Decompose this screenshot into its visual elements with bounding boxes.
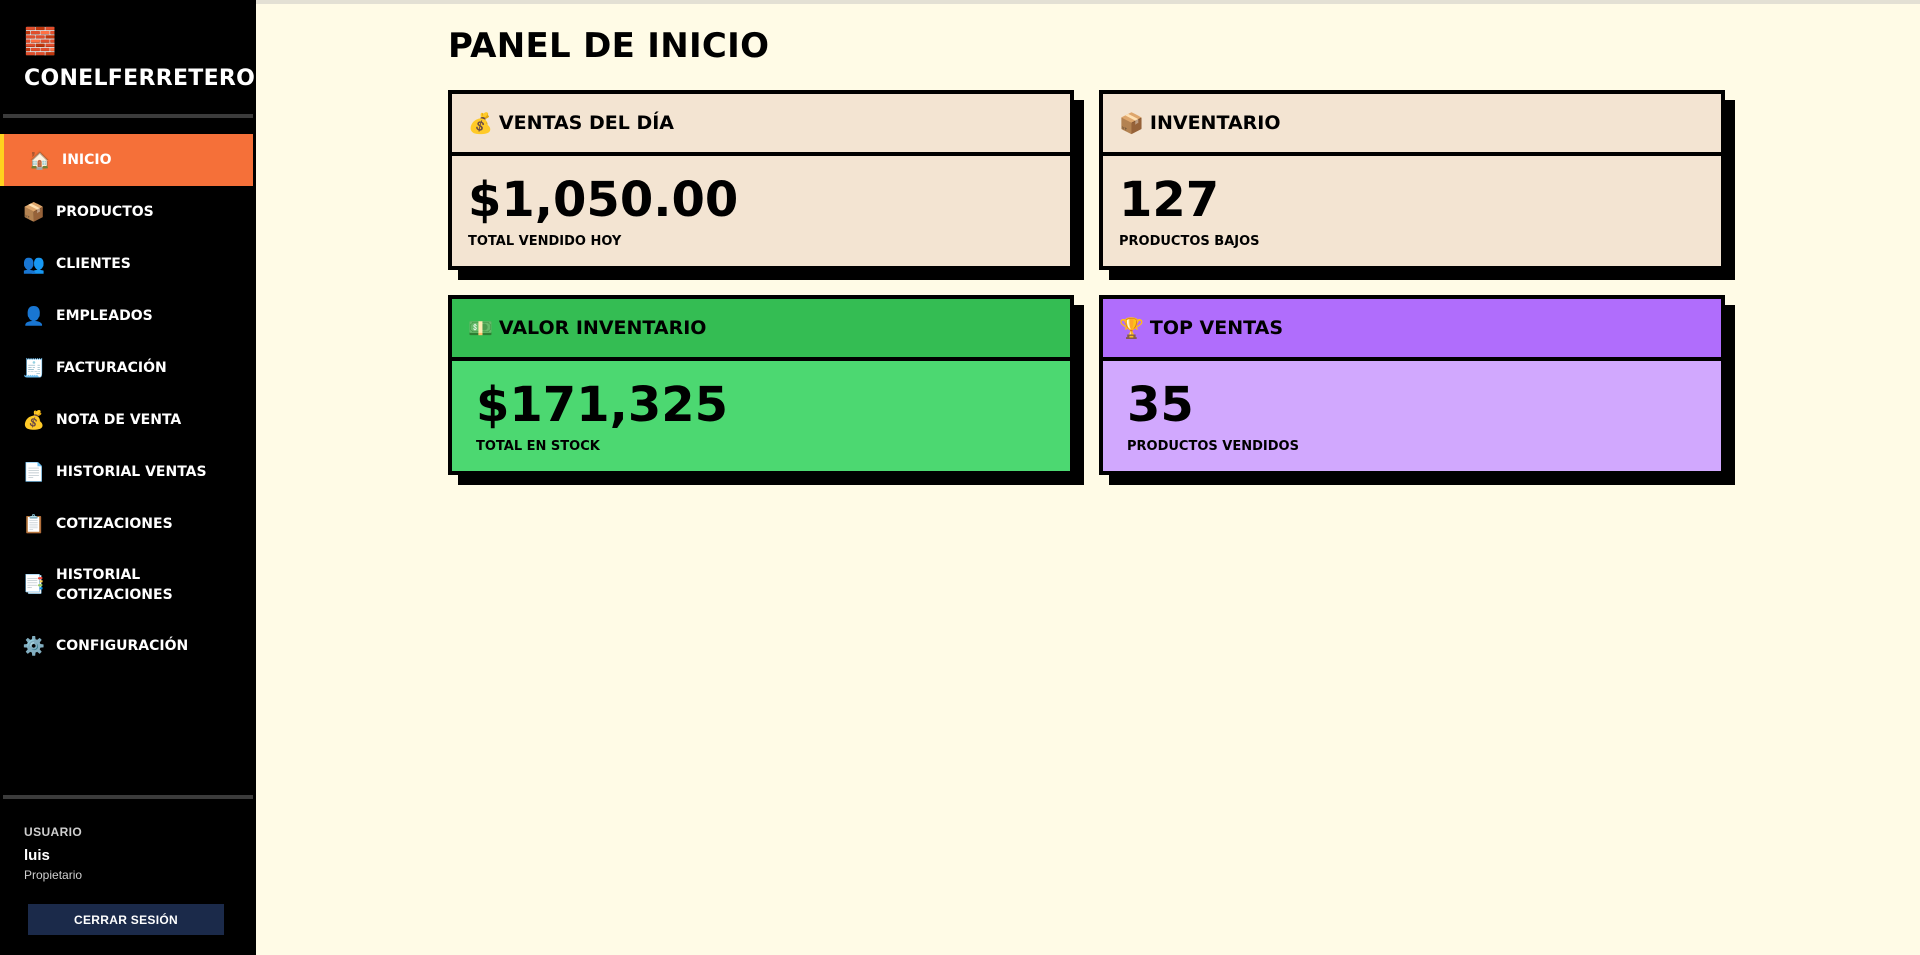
user-panel: USUARIO luis Propietario CERRAR SESIÓN	[0, 795, 256, 955]
card-body: $1,050.00 TOTAL VENDIDO HOY	[452, 156, 1070, 266]
page-title: PANEL DE INICIO	[448, 26, 770, 66]
banknote-icon: 💵	[468, 316, 493, 340]
sidebar-item-label: PRODUCTOS	[56, 204, 154, 220]
brand-name: CONELFERRETERO	[24, 66, 256, 91]
sidebar-item-nota-de-venta[interactable]: 💰 NOTA DE VENTA	[0, 394, 253, 446]
sidebar-item-label: INICIO	[62, 152, 112, 168]
sidebar-item-label: COTIZACIONES	[56, 516, 173, 532]
card-subtitle: PRODUCTOS BAJOS	[1119, 234, 1260, 249]
card-subtitle: TOTAL VENDIDO HOY	[468, 234, 622, 249]
gear-icon: ⚙️	[22, 635, 46, 657]
sidebar-item-historial-cotizaciones[interactable]: 📑 HISTORIAL COTIZACIONES	[0, 550, 253, 620]
card-title: VENTAS DEL DÍA	[498, 112, 674, 134]
sidebar-item-cotizaciones[interactable]: 📋 COTIZACIONES	[0, 498, 253, 550]
card-body: 35 PRODUCTOS VENDIDOS	[1103, 361, 1721, 471]
sidebar-item-label: EMPLEADOS	[56, 308, 153, 324]
card-value: 35	[1127, 377, 1194, 433]
brick-icon: 🧱	[24, 26, 57, 56]
user-divider	[3, 795, 253, 799]
money-bag-icon: 💰	[468, 111, 493, 135]
sidebar-item-label: CLIENTES	[56, 256, 131, 272]
clipboard-icon: 📋	[22, 513, 46, 535]
card-ventas-del-dia: 💰 VENTAS DEL DÍA $1,050.00 TOTAL VENDIDO…	[448, 90, 1074, 270]
user-name: luis	[24, 847, 50, 864]
receipt-icon: 🧾	[22, 357, 46, 379]
user-icon: 👤	[22, 305, 46, 327]
card-inventario: 📦 INVENTARIO 127 PRODUCTOS BAJOS	[1099, 90, 1725, 270]
document-icon: 📄	[22, 461, 46, 483]
top-border	[0, 0, 1920, 4]
sidebar-item-label: HISTORIAL VENTAS	[56, 464, 207, 480]
card-top-ventas: 🏆 TOP VENTAS 35 PRODUCTOS VENDIDOS	[1099, 295, 1725, 475]
card-header: 💰 VENTAS DEL DÍA	[452, 94, 1070, 156]
sidebar-item-configuracion[interactable]: ⚙️ CONFIGURACIÓN	[0, 620, 253, 672]
sidebar-item-label: HISTORIAL COTIZACIONES	[56, 567, 173, 603]
card-value: $171,325	[476, 377, 729, 433]
sidebar-item-clientes[interactable]: 👥 CLIENTES	[0, 238, 253, 290]
sidebar: 🧱 CONELFERRETERO 🏠 INICIO 📦 PRODUCTOS 👥 …	[0, 0, 256, 955]
brand: 🧱 CONELFERRETERO	[0, 0, 256, 114]
trophy-icon: 🏆	[1119, 316, 1144, 340]
card-body: $171,325 TOTAL EN STOCK	[452, 361, 1070, 471]
sidebar-item-label: FACTURACIÓN	[56, 360, 167, 376]
sidebar-item-empleados[interactable]: 👤 EMPLEADOS	[0, 290, 253, 342]
card-title: TOP VENTAS	[1149, 317, 1284, 339]
package-icon: 📦	[22, 201, 46, 223]
sidebar-item-label: NOTA DE VENTA	[56, 412, 182, 428]
sidebar-nav: 🏠 INICIO 📦 PRODUCTOS 👥 CLIENTES 👤 EMPLEA…	[0, 118, 256, 672]
money-bag-icon: 💰	[22, 409, 46, 431]
sidebar-item-historial-ventas[interactable]: 📄 HISTORIAL VENTAS	[0, 446, 253, 498]
user-label: USUARIO	[24, 825, 83, 839]
card-header: 📦 INVENTARIO	[1103, 94, 1721, 156]
sidebar-item-facturacion[interactable]: 🧾 FACTURACIÓN	[0, 342, 253, 394]
bookmark-tabs-icon: 📑	[22, 574, 46, 595]
card-body: 127 PRODUCTOS BAJOS	[1103, 156, 1721, 266]
sidebar-item-label: CONFIGURACIÓN	[56, 638, 189, 654]
card-header: 🏆 TOP VENTAS	[1103, 299, 1721, 361]
card-value: 127	[1119, 172, 1220, 228]
users-icon: 👥	[22, 253, 46, 275]
card-header: 💵 VALOR INVENTARIO	[452, 299, 1070, 361]
card-subtitle: PRODUCTOS VENDIDOS	[1127, 439, 1299, 454]
card-title: VALOR INVENTARIO	[498, 317, 707, 339]
package-icon: 📦	[1119, 111, 1144, 135]
card-title: INVENTARIO	[1149, 112, 1281, 134]
card-value: $1,050.00	[468, 172, 739, 228]
card-valor-inventario: 💵 VALOR INVENTARIO $171,325 TOTAL EN STO…	[448, 295, 1074, 475]
logout-button[interactable]: CERRAR SESIÓN	[28, 904, 224, 935]
home-icon: 🏠	[28, 149, 52, 171]
sidebar-item-inicio[interactable]: 🏠 INICIO	[0, 134, 253, 186]
sidebar-item-productos[interactable]: 📦 PRODUCTOS	[0, 186, 253, 238]
user-role: Propietario	[24, 868, 83, 882]
card-subtitle: TOTAL EN STOCK	[476, 439, 600, 454]
